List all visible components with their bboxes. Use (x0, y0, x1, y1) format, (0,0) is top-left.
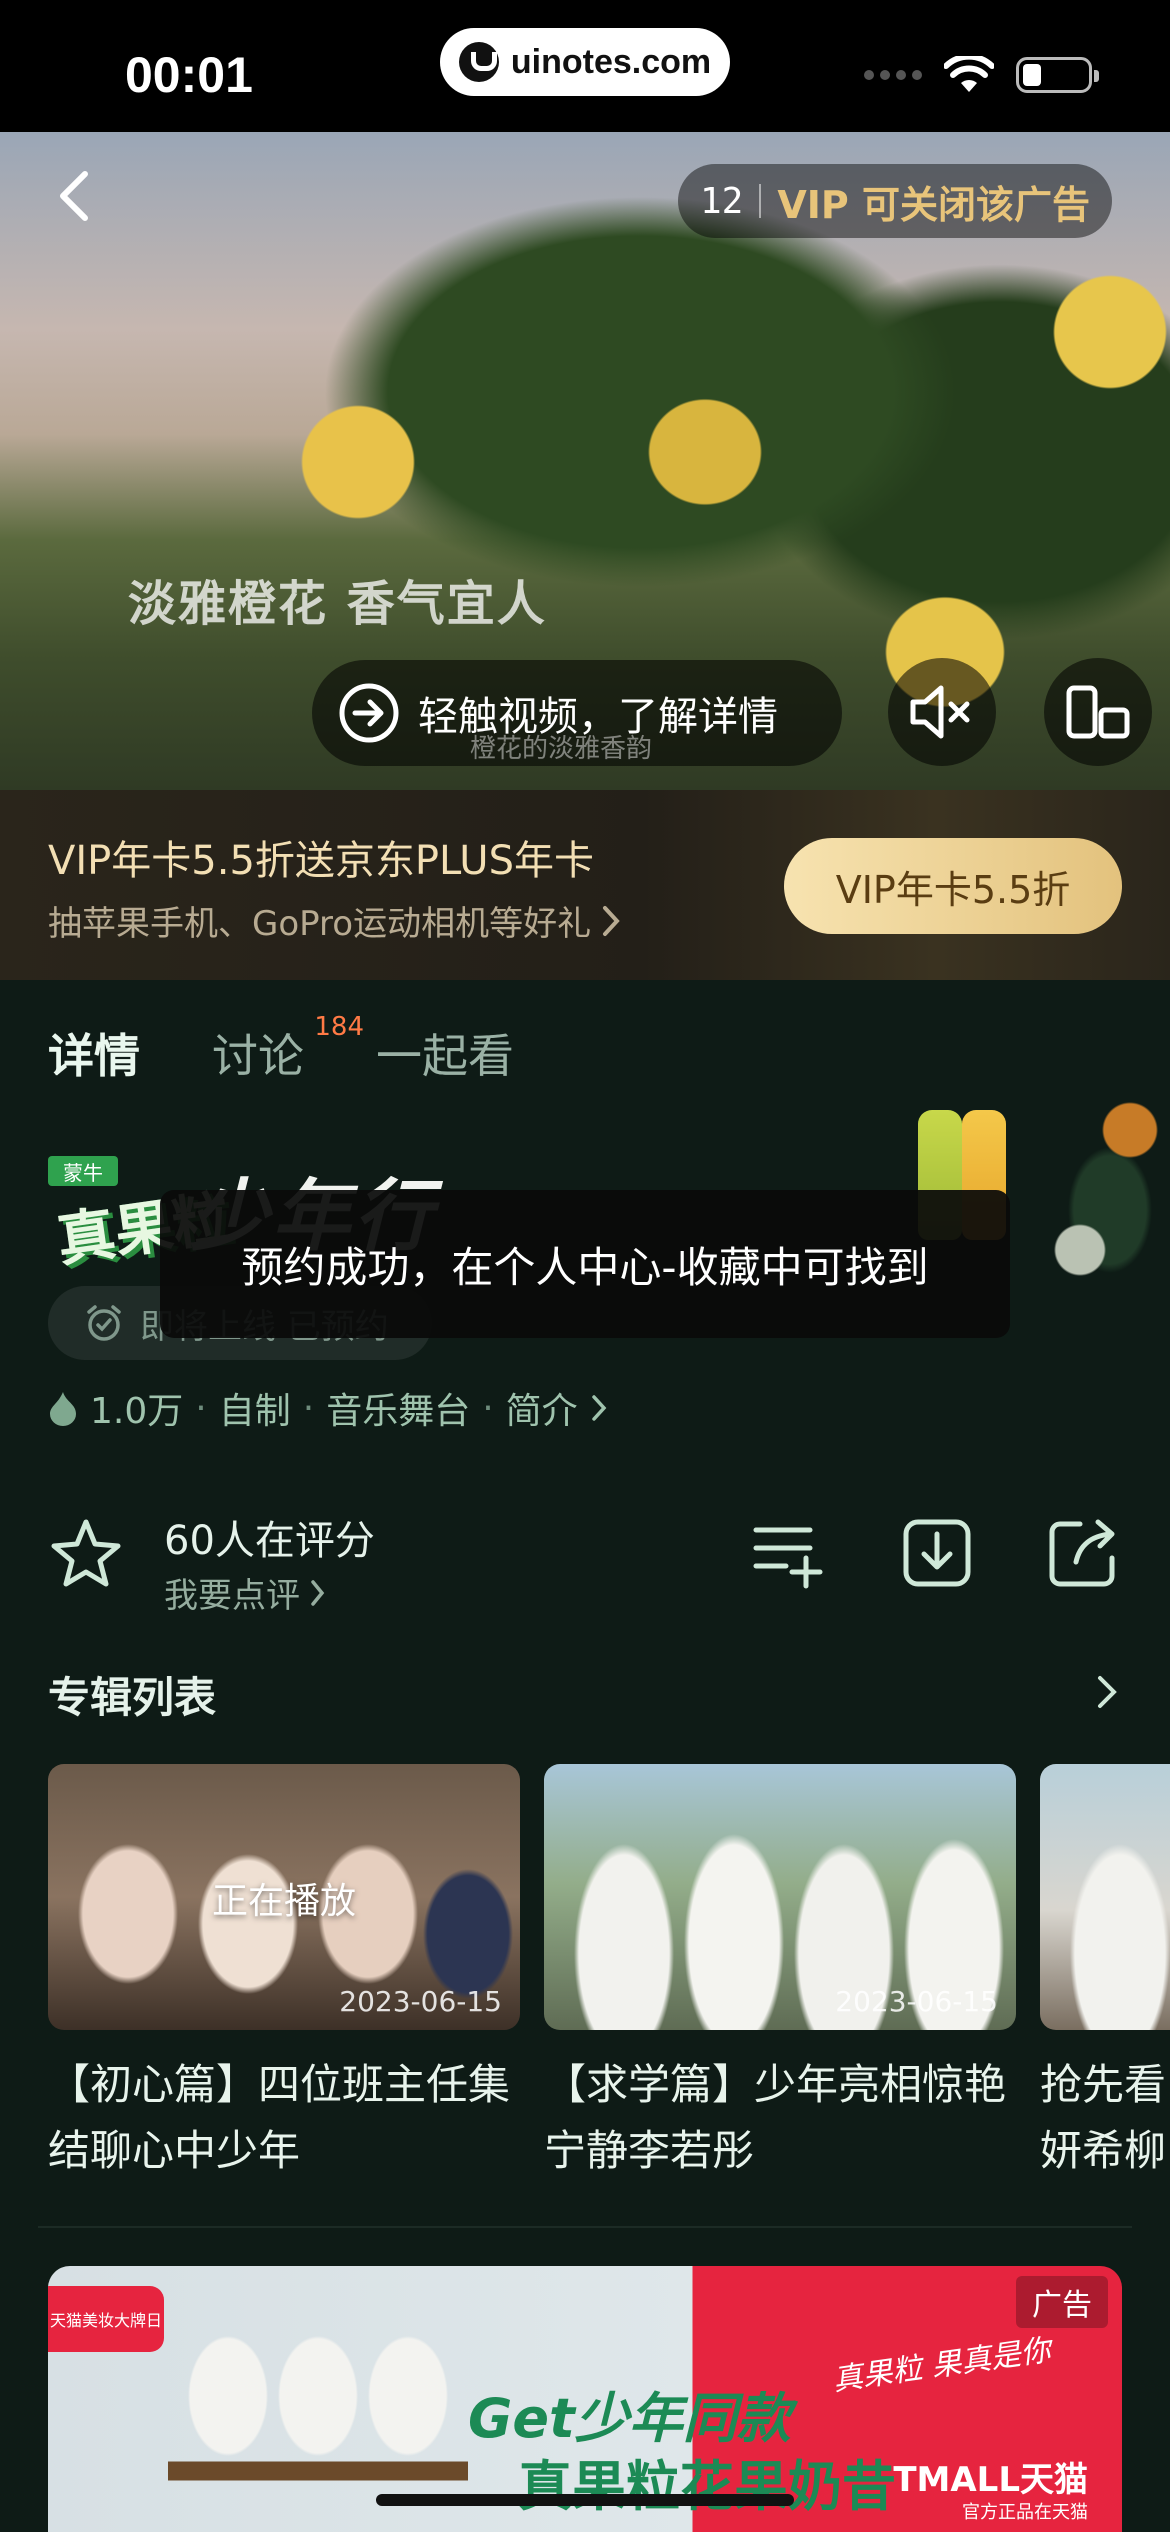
video-player[interactable]: 12 VIP 可关闭该广告 淡雅橙花 香气宜人 轻触视频，了解详情 橙花的淡雅香… (0, 132, 1170, 790)
rotate-screen-icon (1066, 685, 1130, 739)
rating-row: 60人在评分 我要点评 (48, 1498, 1122, 1618)
wifi-icon (944, 56, 994, 92)
flame-icon (50, 1392, 76, 1426)
ad-tmall-logo: TMALL天猫 (893, 2460, 1088, 2500)
detail-tabs: 详情 讨论 184 一起看 (48, 1012, 514, 1086)
discussion-count-badge: 184 (314, 1012, 364, 1042)
album-title: 【求学篇】少年亮相惊艳宁静李若彤 (544, 2060, 1007, 2175)
vip-promo-banner[interactable]: VIP年卡5.5折送京东PLUS年卡 抽苹果手机、GoPro运动相机等好礼 VI… (0, 790, 1170, 980)
vip-promo-title: VIP年卡5.5折送京东PLUS年卡 (48, 838, 594, 884)
add-to-playlist-icon[interactable] (748, 1514, 826, 1592)
video-subcaption: 橙花的淡雅香韵 (470, 734, 653, 764)
rotate-screen-button[interactable] (1044, 658, 1152, 766)
album-thumbnail (1040, 1764, 1170, 2030)
album-title: 【初心篇】四位班主任集结聊心中少年 (48, 2060, 511, 2175)
star-icon[interactable] (48, 1516, 124, 1592)
status-bar: 00:01 uinotes.com (0, 0, 1170, 132)
show-meta-row: 1.0万 · 自制 · 音乐舞台 · 简介 (48, 1382, 608, 1434)
album-list-title: 专辑列表 (48, 1673, 217, 1722)
tab-details[interactable]: 详情 (48, 1020, 140, 1086)
intro-link[interactable]: 简介 (506, 1382, 578, 1434)
write-review-text: 我要点评 (164, 1576, 300, 1616)
tab-discussion[interactable]: 讨论 184 (212, 1012, 364, 1086)
album-card[interactable]: 2023-06-15 【求学篇】少年亮相惊艳宁静李若彤 (544, 1764, 1016, 2184)
album-title: 抢先看妍希柳 (1040, 2060, 1167, 2175)
heat-value: 1.0万 (90, 1391, 184, 1432)
chevron-right-icon (311, 1579, 325, 1606)
rating-count: 60人在评分 (164, 1518, 375, 1564)
video-caption: 淡雅橙花 香气宜人 (128, 576, 547, 632)
vip-promo-subtitle[interactable]: 抽苹果手机、GoPro运动相机等好礼 (48, 896, 621, 945)
ad-slogan-line2: 真果粒花果奶昔 (518, 2455, 896, 2518)
tab-details-label: 详情 (48, 1029, 140, 1083)
album-thumbnail: 正在播放 2023-06-15 (48, 1764, 520, 2030)
home-indicator[interactable] (376, 2494, 794, 2506)
status-time: 00:01 (125, 47, 253, 103)
tab-discussion-label: 讨论 (212, 1029, 304, 1083)
mute-button[interactable] (888, 658, 996, 766)
download-icon[interactable] (898, 1514, 976, 1592)
write-review-link[interactable]: 我要点评 (164, 1568, 326, 1617)
reservation-toast: 预约成功，在个人中心-收藏中可找到 (160, 1190, 1010, 1338)
meta-separator: · (195, 1387, 207, 1429)
ad-tmall-subtitle: 官方正品在天猫 (962, 2502, 1088, 2523)
site-logo-icon (458, 42, 499, 82)
album-thumbnail: 2023-06-15 (544, 1764, 1016, 2030)
meta-tag: 自制 (218, 1391, 291, 1432)
ad-tmall-tag: 天猫美妆大牌日 (48, 2286, 164, 2352)
status-indicators (864, 56, 1099, 94)
vip-promo-subtitle-text: 抽苹果手机、GoPro运动相机等好礼 (48, 904, 592, 944)
album-date: 2023-06-15 (339, 1985, 502, 2018)
tab-watch-together-label: 一起看 (376, 1029, 514, 1083)
speaker-muted-icon (910, 685, 970, 739)
url-pill: uinotes.com (440, 28, 730, 96)
section-divider (38, 2226, 1132, 2228)
meta-separator: · (482, 1387, 494, 1429)
now-playing-label: 正在播放 (211, 1881, 356, 1922)
album-card[interactable]: 抢先看妍希柳 (1040, 1764, 1170, 2184)
vip-annual-card-button[interactable]: VIP年卡5.5折 (784, 838, 1122, 934)
ad-countdown: 12 (700, 180, 744, 222)
tab-watch-together[interactable]: 一起看 (376, 1020, 514, 1086)
ad-skip-vip-button[interactable]: 12 VIP 可关闭该广告 (678, 164, 1112, 238)
bottom-ad-banner[interactable]: 天猫美妆大牌日 Get少年同款 真果粒花果奶昔 广告 真果粒 果真是你 TMAL… (48, 2266, 1122, 2532)
ad-vip-text: VIP 可关闭该广告 (777, 182, 1090, 227)
meta-separator: · (302, 1387, 315, 1429)
ad-brand-script: 真果粒 果真是你 (831, 2332, 1054, 2399)
chevron-right-icon[interactable] (1092, 1672, 1122, 1712)
chevron-right-icon (603, 905, 620, 936)
url-text: uinotes.com (510, 42, 712, 81)
cellular-signal-icon (864, 70, 922, 80)
share-icon[interactable] (1044, 1514, 1122, 1592)
fruit-decoration-image (1020, 1100, 1170, 1300)
arrow-circle-right-icon (339, 683, 399, 743)
album-card[interactable]: 正在播放 2023-06-15 【初心篇】四位班主任集结聊心中少年 (48, 1764, 520, 2184)
chevron-right-icon (591, 1395, 607, 1421)
back-icon[interactable] (55, 170, 95, 222)
ad-separator (759, 184, 762, 218)
alarm-clock-icon (87, 1305, 121, 1341)
ad-label: 广告 (1016, 2276, 1108, 2328)
meta-tag: 音乐舞台 (326, 1391, 471, 1432)
album-date: 2023-06-15 (835, 1985, 998, 2018)
battery-icon (1016, 57, 1099, 93)
brand-badge: 蒙牛 (48, 1156, 118, 1186)
